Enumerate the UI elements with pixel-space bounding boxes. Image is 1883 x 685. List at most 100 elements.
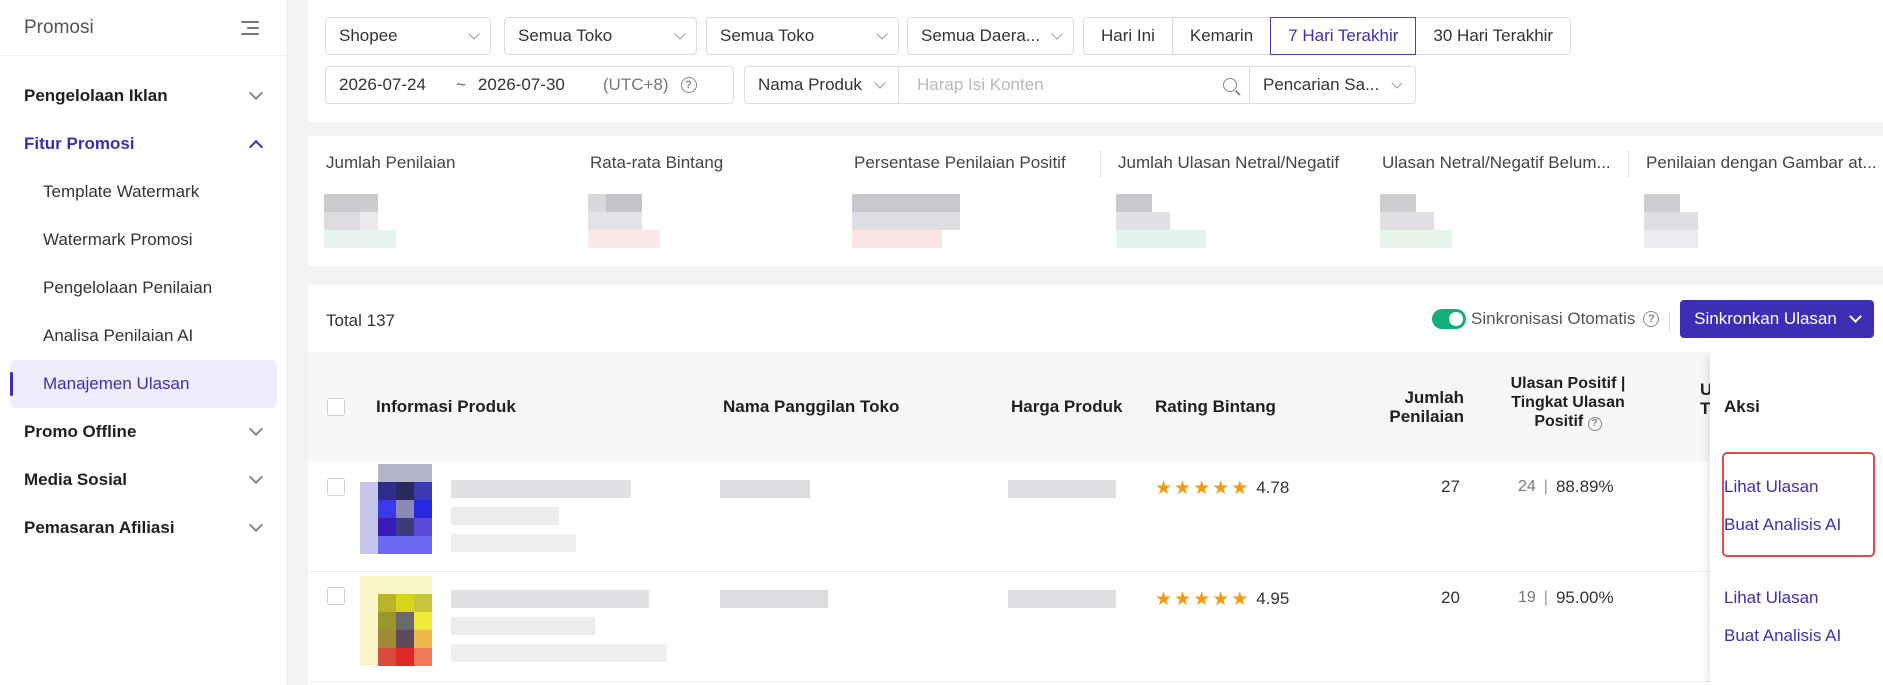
sidebar-group-label: Fitur Promosi <box>24 134 135 153</box>
chevron-up-icon <box>248 139 264 155</box>
rating-stars: ★ ★ ★ ★ ★ 4.95 <box>1155 589 1289 609</box>
table-header: Informasi Produk Nama Panggilan Toko Har… <box>308 352 1883 462</box>
store-select-1[interactable]: Semua Toko <box>504 17 697 55</box>
header-positive-line: Positif <box>1534 413 1584 430</box>
sidebar-item-manajemen-ulasan[interactable]: Manajemen Ulasan <box>10 360 277 408</box>
region-select-value: Semua Daera... <box>921 26 1041 45</box>
star-icon: ★ <box>1174 588 1192 610</box>
range-7-days-button[interactable]: 7 Hari Terakhir <box>1270 17 1417 55</box>
date-separator: ~ <box>455 75 466 94</box>
header-rating: Rating Bintang <box>1155 397 1276 416</box>
sidebar-item-analisa-penilaian-ai[interactable]: Analisa Penilaian AI <box>0 312 287 360</box>
chevron-down-icon <box>1848 310 1862 323</box>
metric-card[interactable]: Jumlah Ulasan Netral/Negatif <box>1100 136 1364 266</box>
chevron-down-icon <box>248 517 264 533</box>
metrics-panel: Jumlah Penilaian Rata-rata Bintang Perse… <box>308 136 1883 266</box>
header-count: Jumlah Penilaian <box>1370 388 1464 426</box>
star-icon: ★ <box>1231 477 1249 499</box>
total-count: Total 137 <box>326 311 395 330</box>
sidebar-group-fitur-promosi[interactable]: Fitur Promosi <box>0 120 287 168</box>
header-actions: Aksi <box>1724 397 1760 416</box>
metric-card[interactable]: Ulasan Netral/Negatif Belum... <box>1364 136 1628 266</box>
search-type-value: Nama Produk <box>758 75 862 94</box>
help-icon[interactable]: ? <box>1587 416 1602 431</box>
header-cut-off-line: T <box>1700 399 1711 418</box>
search-input-wrap <box>899 66 1249 104</box>
platform-select[interactable]: Shopee <box>325 17 491 55</box>
range-30-days-button[interactable]: 30 Hari Terakhir <box>1415 17 1572 55</box>
chevron-down-icon <box>874 77 886 89</box>
region-select[interactable]: Semua Daera... <box>907 17 1074 55</box>
review-count: 20 <box>1441 588 1460 607</box>
sidebar-group-pengelolaan-iklan[interactable]: Pengelolaan Iklan <box>0 72 287 120</box>
header-price: Harga Produk <box>1011 397 1123 416</box>
chevron-down-icon <box>1051 28 1063 40</box>
sidebar-group-label: Pemasaran Afiliasi <box>24 518 175 537</box>
rating-value: 4.95 <box>1256 589 1290 608</box>
star-icon: ★ <box>1193 477 1211 499</box>
highlight-box <box>1722 452 1875 557</box>
star-icon: ★ <box>1155 477 1173 499</box>
date-range-picker[interactable]: 2026-07-24 ~ 2026-07-30 (UTC+8) ? <box>325 66 734 104</box>
header-product: Informasi Produk <box>376 397 516 416</box>
row-checkbox[interactable] <box>327 478 345 496</box>
view-reviews-link[interactable]: Lihat Ulasan <box>1724 588 1819 608</box>
sidebar-item-template-watermark[interactable]: Template Watermark <box>0 168 287 216</box>
auto-sync-toggle[interactable] <box>1432 309 1466 329</box>
positive-rate: 88.89% <box>1555 477 1614 496</box>
metric-label: Ulasan Netral/Negatif Belum... <box>1382 153 1611 172</box>
row-checkbox[interactable] <box>327 587 345 605</box>
select-all-checkbox[interactable] <box>327 398 345 416</box>
sidebar-group-pemasaran-afiliasi[interactable]: Pemasaran Afiliasi <box>0 504 287 552</box>
platform-select-value: Shopee <box>339 26 398 45</box>
search-mode-value: Pencarian Sa... <box>1263 75 1380 94</box>
positive-separator: | <box>1543 589 1548 606</box>
rating-value: 4.78 <box>1256 478 1290 497</box>
range-today-button[interactable]: Hari Ini <box>1083 17 1173 55</box>
sidebar-header: Promosi <box>0 0 287 56</box>
star-icon: ★ <box>1212 588 1230 610</box>
search-mode-select[interactable]: Pencarian Sa... <box>1249 66 1416 104</box>
sidebar-item-pengelolaan-penilaian[interactable]: Pengelolaan Penilaian <box>0 264 287 312</box>
metric-card[interactable]: Persentase Penilaian Positif <box>836 136 1100 266</box>
date-start[interactable]: 2026-07-24 <box>339 75 426 95</box>
metric-card[interactable]: Jumlah Penilaian <box>308 136 572 266</box>
date-range-tabs: Hari Ini Kemarin 7 Hari Terakhir 30 Hari… <box>1083 17 1572 55</box>
star-icon: ★ <box>1231 588 1249 610</box>
chevron-down-icon <box>876 28 888 40</box>
search-icon[interactable] <box>1223 78 1237 92</box>
create-ai-analysis-link[interactable]: Buat Analisis AI <box>1724 626 1841 646</box>
date-end[interactable]: 2026-07-30 <box>478 75 565 95</box>
metric-card[interactable]: Rata-rata Bintang <box>572 136 836 266</box>
store-select-2-value: Semua Toko <box>720 26 815 45</box>
help-icon[interactable]: ? <box>1643 311 1660 327</box>
chevron-down-icon <box>248 85 264 101</box>
positive-rate: 95.00% <box>1555 588 1614 607</box>
auto-sync: Sinkronisasi Otomatis ? <box>1432 309 1660 329</box>
header-count-line: Jumlah <box>1404 388 1464 407</box>
collapse-menu-icon[interactable] <box>241 20 261 36</box>
table-row: ★ ★ ★ ★ ★ 4.95 20 19 | 95.00% <box>308 572 1883 682</box>
chevron-down-icon <box>674 28 686 40</box>
sidebar-title: Promosi <box>24 16 94 38</box>
metric-card[interactable]: Penilaian dengan Gambar at... <box>1628 136 1883 266</box>
star-icon: ★ <box>1193 588 1211 610</box>
sidebar-item-watermark-promosi[interactable]: Watermark Promosi <box>0 216 287 264</box>
help-icon[interactable]: ? <box>680 77 697 93</box>
review-count: 27 <box>1441 477 1460 496</box>
sidebar-group-promo-offline[interactable]: Promo Offline <box>0 408 287 456</box>
positive-count: 24 <box>1518 478 1536 495</box>
header-store: Nama Panggilan Toko <box>723 397 900 416</box>
sync-reviews-button[interactable]: Sinkronkan Ulasan <box>1680 300 1874 338</box>
sidebar-group-media-sosial[interactable]: Media Sosial <box>0 456 287 504</box>
header-positive-line: Tingkat Ulasan <box>1511 394 1625 411</box>
search-type-select[interactable]: Nama Produk <box>744 66 899 104</box>
positive-reviews: 24 | 88.89% <box>1518 477 1614 497</box>
filter-panel: Shopee Semua Toko Semua Toko Semua Daera… <box>308 0 1883 122</box>
metric-label: Jumlah Ulasan Netral/Negatif <box>1118 153 1340 172</box>
store-select-2[interactable]: Semua Toko <box>706 17 899 55</box>
search-input[interactable] <box>917 75 1207 95</box>
metric-label: Penilaian dengan Gambar at... <box>1646 153 1877 172</box>
store-select-1-value: Semua Toko <box>518 26 613 45</box>
range-yesterday-button[interactable]: Kemarin <box>1171 17 1272 55</box>
